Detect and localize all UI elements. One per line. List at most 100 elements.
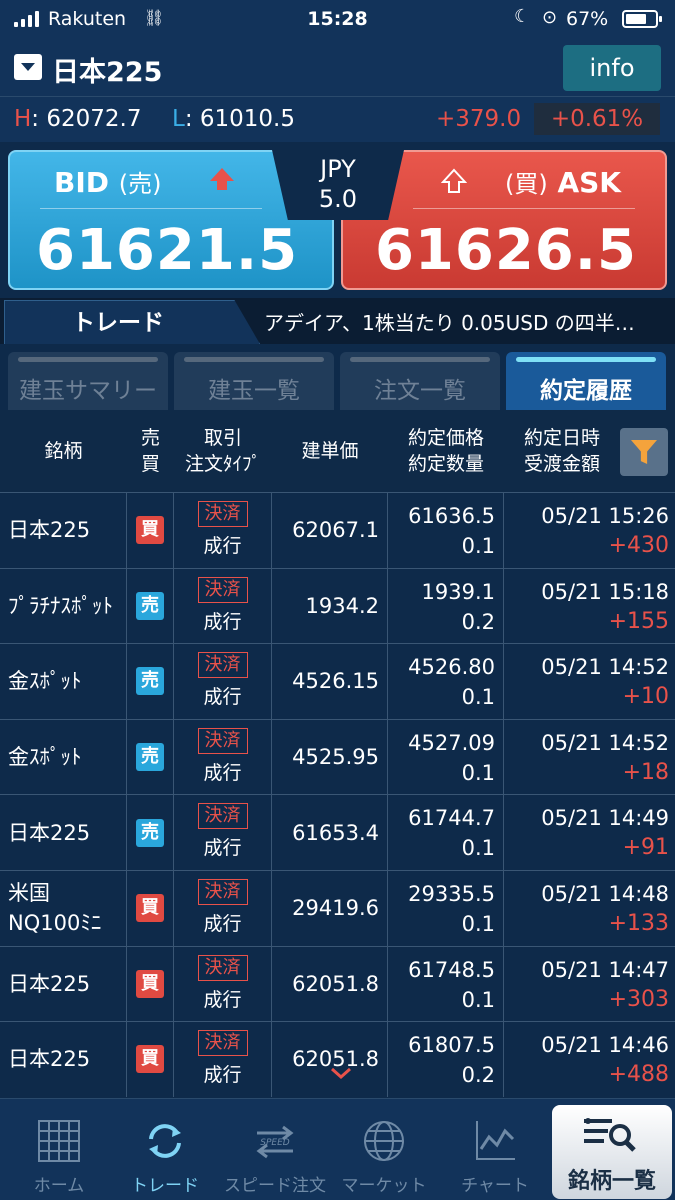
row-symbol: 日本225 (0, 493, 127, 568)
status-bar: Rakuten ⛓ 15:28 ☾ ⊙ 67% (0, 0, 675, 38)
row-symbol: 日本225 (0, 1022, 127, 1097)
row-entry-price: 62051.8 (272, 1022, 388, 1097)
row-profit: +91 (622, 835, 669, 861)
row-qty: 0.1 (461, 760, 495, 785)
row-entry-price: 62051.8 (272, 946, 388, 1022)
row-exec-date: 05/21 14:52 +10 (504, 644, 675, 719)
side-badge: 買 (136, 969, 164, 998)
table-row[interactable]: 日本225 買決済 成行 62051.8 61807.5 0.2 05/21 14:46 +4… (0, 1021, 675, 1097)
row-qty: 0.1 (461, 534, 495, 558)
row-qty: 0.1 (461, 836, 495, 861)
table-row[interactable]: 日本225 買決済 成行 62067.1 61636.5 0.1 05/21 15:26 +4… (0, 492, 675, 568)
row-qty: 0.2 (461, 1063, 495, 1088)
info-button[interactable]: info (563, 45, 661, 91)
bid-label: BID (売) (54, 166, 162, 199)
row-exec-price: 61636.5 0.1 (388, 493, 504, 568)
moon-icon: ☾ (514, 6, 531, 27)
row-exec-price: 1939.1 0.2 (388, 568, 504, 644)
order-type: 成行 (203, 912, 242, 935)
row-exec-date: 05/21 14:46 +488 (504, 1022, 675, 1097)
row-exec-price: 4526.80 0.1 (388, 644, 504, 719)
row-trade-type: 決済 成行 (174, 946, 272, 1022)
row-symbol: 米国 NQ100ﾐﾆ (0, 870, 127, 946)
tab-trade[interactable]: トレード (106, 1099, 224, 1200)
refresh-arrows-icon (149, 1124, 181, 1158)
row-trade-type: 決済 成行 (174, 870, 272, 946)
bottom-tab-bar: ホーム トレード SPEED スピード注文 マーケット チャート 銘柄一覧 (0, 1098, 675, 1200)
row-side: 売 (127, 795, 174, 870)
speed-icon: SPEED (256, 1125, 294, 1159)
table-row[interactable]: 日本225 売決済 成行 61653.4 61744.7 0.1 05/21 14:49 +9… (0, 794, 675, 870)
row-profit: +18 (622, 759, 669, 785)
row-qty: 0.1 (461, 685, 495, 710)
table-row[interactable]: 金ｽﾎﾟｯﾄ売決済 成行 4525.95 4527.09 0.1 05/21 14:52 +… (0, 718, 675, 795)
settlement-tag: 決済 (197, 954, 248, 981)
row-entry-price: 29419.6 (272, 870, 388, 946)
col-side: 売買 (140, 427, 160, 475)
row-trade-type: 決済 成行 (174, 1022, 272, 1097)
tab-speed-order[interactable]: SPEED スピード注文 (216, 1099, 334, 1200)
order-type: 成行 (203, 535, 242, 557)
row-entry-price: 1934.2 (272, 568, 388, 644)
price-change: +379.0 (436, 106, 522, 132)
tab-chart[interactable]: チャート (436, 1099, 554, 1200)
tab-position-list[interactable]: 建玉一覧 (174, 352, 334, 410)
tab-position-summary[interactable]: 建玉サマリー (8, 352, 168, 410)
settlement-tag: 決済 (197, 652, 248, 679)
row-profit: +430 (608, 533, 669, 558)
settlement-tag: 決済 (197, 878, 248, 905)
row-exec-date: 05/21 15:26 +430 (504, 493, 675, 568)
side-badge: 売 (136, 818, 164, 847)
table-row[interactable]: 日本225 買決済 成行 62051.8 61748.5 0.1 05/21 14:47 +3… (0, 945, 675, 1022)
spread-value: 5.0 (318, 185, 358, 213)
row-symbol: 日本225 (0, 795, 127, 870)
row-trade-type: 決済 成行 (174, 568, 272, 644)
up-arrow-outline-icon (441, 168, 467, 193)
svg-text:SPEED: SPEED (260, 1138, 290, 1148)
row-symbol: 日本225 (0, 946, 127, 1022)
row-side: 売 (127, 568, 174, 644)
table-row[interactable]: ﾌﾟﾗﾁﾅｽﾎﾟｯﾄ売決済 成行 1934.2 1939.1 0.2 05/21 15:1… (0, 567, 675, 644)
row-side: 買 (127, 1022, 174, 1097)
side-badge: 売 (136, 667, 164, 696)
battery-icon (622, 10, 662, 28)
high-value: H: 62072.7 (14, 106, 142, 132)
side-badge: 買 (136, 894, 164, 923)
row-trade-type: 決済 成行 (174, 795, 272, 870)
row-profit: +10 (622, 684, 669, 710)
table-row[interactable]: 金ｽﾎﾟｯﾄ売決済 成行 4526.15 4526.80 0.1 05/21 14:52 +… (0, 643, 675, 719)
col-exec-price: 約定価格 約定数量 (407, 427, 484, 475)
tab-order-list[interactable]: 注文一覧 (340, 352, 500, 410)
col-entry-price: 建単価 (301, 440, 359, 462)
row-side: 買 (127, 870, 174, 946)
row-side: 売 (127, 644, 174, 719)
row-entry-price: 61653.4 (272, 795, 388, 870)
ask-label: (買) ASK (504, 166, 621, 199)
row-symbol: 金ｽﾎﾟｯﾄ (0, 644, 127, 719)
filter-icon[interactable] (620, 428, 668, 476)
low-value: L: 61010.5 (172, 106, 295, 132)
tab-market[interactable]: マーケット (325, 1099, 443, 1200)
table-row[interactable]: 米国 NQ100ﾐﾆ買決済 成行 29419.6 29335.5 0.1 05/21 14… (0, 869, 675, 946)
chart-icon (476, 1121, 515, 1160)
tab-execution-history[interactable]: 約定履歴 (506, 352, 666, 410)
row-qty: 0.1 (461, 987, 495, 1012)
news-ticker[interactable]: アデイア、1株当たり 0.05USD の四半… (264, 307, 635, 336)
tab-symbol-list[interactable]: 銘柄一覧 (552, 1105, 672, 1199)
row-profit: +488 (608, 1062, 669, 1088)
symbol-title[interactable]: 日本225 (52, 50, 162, 89)
order-type: 成行 (203, 686, 242, 709)
side-badge: 売 (136, 743, 164, 772)
side-badge: 買 (136, 1045, 164, 1074)
execution-list: 日本225 買決済 成行 62067.1 61636.5 0.1 05/21 15:26 +4… (0, 492, 675, 1097)
row-symbol: 金ｽﾎﾟｯﾄ (0, 719, 127, 795)
trade-tab[interactable]: トレード (4, 300, 260, 344)
order-type: 成行 (203, 837, 242, 860)
row-side: 買 (127, 493, 174, 568)
tab-home[interactable]: ホーム (0, 1099, 118, 1200)
battery-percent: 67% (566, 8, 609, 30)
order-type: 成行 (203, 1064, 242, 1087)
row-trade-type: 決済 成行 (174, 719, 272, 795)
symbol-dropdown-icon[interactable] (14, 54, 42, 80)
row-entry-price: 4525.95 (272, 719, 388, 795)
